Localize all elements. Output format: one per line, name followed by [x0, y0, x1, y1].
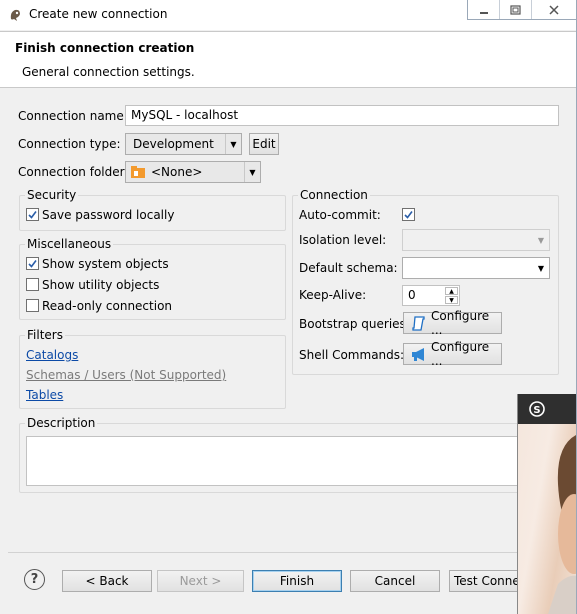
default-schema-label: Default schema:	[299, 261, 398, 275]
keep-alive-value: 0	[408, 288, 416, 302]
chevron-down-icon: ▼	[537, 263, 545, 273]
minimize-button[interactable]	[468, 0, 501, 19]
window-controls	[467, 0, 576, 20]
page-subtitle: General connection settings.	[22, 65, 195, 79]
description-textarea[interactable]	[26, 436, 546, 486]
folder-icon	[131, 166, 145, 178]
chevron-down-icon: ▼	[225, 134, 241, 154]
bootstrap-configure-button[interactable]: Configure ...	[403, 309, 502, 337]
skype-video-overlay[interactable]: S	[517, 394, 576, 614]
megaphone-icon	[412, 348, 424, 361]
checkmark-icon	[28, 211, 37, 219]
script-icon	[412, 316, 425, 331]
connection-name-label: Connection name:	[18, 109, 128, 123]
default-schema-select[interactable]: ▼	[402, 257, 550, 279]
keep-alive-label: Keep-Alive:	[299, 288, 367, 302]
create-connection-dialog: Create new connection Finish connection …	[0, 0, 577, 614]
bootstrap-queries-label: Bootstrap queries:	[299, 317, 410, 331]
connection-type-select[interactable]: Development ▼	[125, 133, 242, 155]
isolation-level-label: Isolation level:	[299, 233, 387, 247]
next-button: Next >	[157, 570, 244, 592]
connection-title: Connection	[298, 188, 370, 202]
footer-divider	[8, 552, 576, 553]
checkmark-icon	[404, 211, 413, 219]
misc-title: Miscellaneous	[25, 237, 114, 251]
skype-icon[interactable]: S	[529, 401, 545, 417]
show-utility-objects-label: Show utility objects	[42, 278, 160, 292]
close-icon	[549, 4, 559, 15]
checkmark-icon	[28, 260, 37, 268]
connection-name-input[interactable]: MySQL - localhost	[125, 105, 559, 126]
show-utility-objects-checkbox[interactable]	[26, 278, 39, 291]
svg-text:S: S	[533, 405, 540, 416]
read-only-checkbox[interactable]	[26, 299, 39, 312]
connection-folder-label: Connection folder:	[18, 165, 129, 179]
chevron-down-icon: ▼	[537, 235, 545, 245]
tables-link[interactable]: Tables	[26, 388, 63, 402]
connection-folder-select[interactable]: <None> ▼	[125, 161, 261, 183]
keep-alive-spinner[interactable]: 0 ▲ ▼	[402, 285, 460, 306]
cancel-button[interactable]: Cancel	[350, 570, 440, 592]
read-only-label: Read-only connection	[42, 299, 173, 313]
dbeaver-icon	[10, 9, 20, 21]
skype-toolbar: S	[518, 394, 576, 424]
schemas-link: Schemas / Users (Not Supported)	[26, 368, 227, 382]
help-icon[interactable]: ?	[24, 569, 45, 590]
show-system-objects-checkbox[interactable]	[26, 257, 39, 270]
wizard-header: Finish connection creation General conne…	[0, 31, 576, 88]
window-title: Create new connection	[29, 7, 168, 21]
catalogs-link[interactable]: Catalogs	[26, 348, 78, 362]
save-password-label: Save password locally	[42, 208, 175, 222]
finish-button[interactable]: Finish	[252, 570, 342, 592]
close-button[interactable]	[532, 0, 576, 19]
security-title: Security	[25, 188, 79, 202]
autocommit-checkbox[interactable]	[402, 208, 415, 221]
shell-configure-label: Configure ...	[431, 340, 490, 368]
bootstrap-configure-label: Configure ...	[431, 309, 490, 337]
shell-commands-label: Shell Commands:	[299, 348, 405, 362]
maximize-button[interactable]	[500, 0, 533, 19]
show-system-objects-label: Show system objects	[42, 257, 169, 271]
title-bar: Create new connection	[0, 0, 576, 30]
description-title: Description	[25, 416, 98, 430]
spinner-up-icon[interactable]: ▲	[445, 287, 458, 295]
autocommit-label: Auto-commit:	[299, 208, 381, 222]
save-password-checkbox[interactable]	[26, 208, 39, 221]
connection-type-label: Connection type:	[18, 137, 121, 151]
shell-configure-button[interactable]: Configure ...	[403, 340, 502, 368]
edit-type-button[interactable]: Edit	[249, 133, 279, 155]
video-feed-image	[548, 435, 576, 614]
restore-icon	[510, 4, 521, 15]
back-button[interactable]: < Back	[62, 570, 152, 592]
connection-folder-value: <None>	[151, 165, 203, 179]
minimize-icon	[479, 11, 488, 14]
isolation-level-select: ▼	[402, 229, 550, 251]
chevron-down-icon: ▼	[244, 162, 260, 182]
connection-type-value: Development	[133, 137, 214, 151]
filters-title: Filters	[25, 328, 65, 342]
spinner-down-icon[interactable]: ▼	[445, 296, 458, 304]
page-title: Finish connection creation	[15, 41, 195, 55]
